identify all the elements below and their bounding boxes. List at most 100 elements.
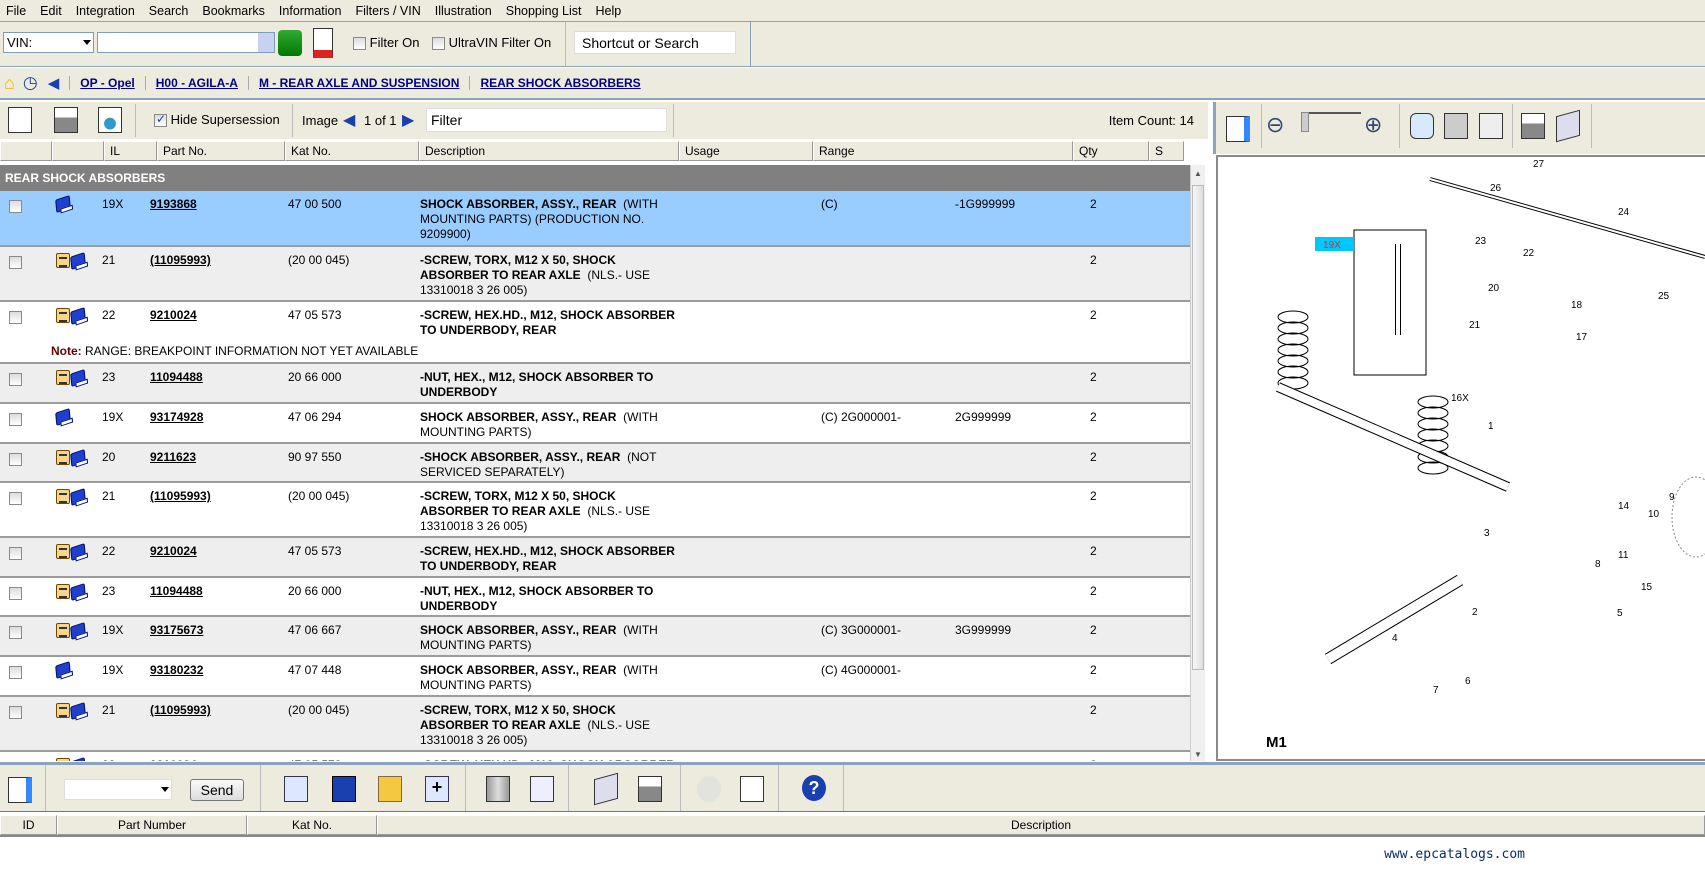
menu-search[interactable]: Search	[143, 4, 197, 18]
callout-label[interactable]: 2	[1472, 607, 1478, 618]
callout-label[interactable]: 4	[1392, 633, 1398, 644]
notes-edit-icon[interactable]	[8, 107, 32, 133]
pan-icon[interactable]	[1410, 113, 1434, 139]
coil-spring-part[interactable]	[1277, 321, 1309, 335]
scroll-down-icon[interactable]: ▼	[1191, 750, 1205, 759]
catalog-book-icon[interactable]	[70, 622, 86, 640]
scroll-up-icon[interactable]: ▲	[1191, 165, 1205, 178]
column-header-qty[interactable]: Qty	[1073, 141, 1149, 161]
callout-label[interactable]: 18	[1571, 300, 1583, 311]
callout-label[interactable]: 21	[1469, 320, 1481, 331]
catalog-book-icon[interactable]	[70, 488, 86, 506]
menu-file[interactable]: File	[0, 4, 34, 18]
send-button[interactable]: Send	[190, 779, 244, 801]
note-scroll-icon[interactable]	[56, 489, 70, 504]
row-checkbox[interactable]	[9, 626, 22, 639]
menu-information[interactable]: Information	[273, 4, 350, 18]
part-number-link[interactable]: (11095993)	[150, 489, 211, 504]
filter-on-checkbox[interactable]	[353, 37, 366, 51]
callout-label[interactable]: 1	[1488, 421, 1494, 432]
part-number-link[interactable]: 9210024	[150, 758, 197, 761]
catalog-book-icon[interactable]	[70, 449, 86, 467]
zoom-out-icon[interactable]: ⊖	[1266, 112, 1284, 138]
shortcut-search-input[interactable]: Shortcut or Search	[574, 31, 736, 54]
coil-spring-part[interactable]	[1417, 406, 1449, 420]
part-number-link[interactable]: 9211623	[150, 450, 196, 465]
save-icon[interactable]	[332, 776, 356, 802]
zoom-area-icon[interactable]	[1479, 113, 1503, 139]
column-header-range[interactable]: Range	[813, 141, 1073, 161]
menu-illustration[interactable]: Illustration	[429, 4, 500, 18]
hide-supersession-checkbox[interactable]	[154, 112, 167, 128]
open-folder-icon[interactable]	[378, 776, 402, 802]
note-scroll-icon[interactable]	[56, 758, 70, 761]
column-header-s[interactable]: S	[1149, 141, 1184, 161]
print-list-icon[interactable]	[638, 776, 662, 802]
table-row[interactable]: 20 9211623 90 97 550 -SHOCK ABSORBER, ASSY.…	[0, 444, 1190, 483]
table-row[interactable]: 21 (11095993) (20 00 045) -SCREW, TORX, M12…	[0, 483, 1190, 538]
callout-label[interactable]: 22	[1523, 248, 1535, 259]
catalog-book-icon[interactable]	[55, 195, 71, 213]
row-checkbox[interactable]	[9, 311, 22, 324]
part-number-link[interactable]: 93174928	[150, 410, 203, 425]
part-number-link[interactable]: 11094488	[150, 370, 203, 385]
previous-image-icon[interactable]: ◀	[343, 110, 355, 130]
menu-filters-vin[interactable]: Filters / VIN	[349, 4, 428, 18]
brake-drum-part[interactable]	[1671, 476, 1705, 558]
coil-spring-part[interactable]	[1277, 343, 1309, 357]
hide-supersession-toggle[interactable]: Hide Supersession	[154, 112, 280, 128]
callout-label[interactable]: 5	[1617, 608, 1623, 619]
notes-icon[interactable]	[740, 776, 764, 802]
new-list-icon[interactable]	[284, 776, 308, 802]
filter-on-toggle[interactable]: Filter On	[353, 35, 419, 51]
callout-label[interactable]: 14	[1618, 501, 1630, 512]
breadcrumb-group[interactable]: M - REAR AXLE AND SUSPENSION	[247, 76, 469, 90]
table-row[interactable]: 21 (11095993) (20 00 045) -SCREW, TORX, M12…	[0, 697, 1190, 752]
print-icon[interactable]	[54, 107, 78, 133]
menu-bookmarks[interactable]: Bookmarks	[196, 4, 273, 18]
table-row[interactable]: 19X 93180232 47 07 448 SHOCK ABSORBER, ASSY…	[0, 657, 1190, 697]
add-item-icon[interactable]: +	[425, 776, 449, 802]
catalog-book-icon[interactable]	[70, 583, 86, 601]
table-row[interactable]: 22 9210024 47 05 573 -SCREW, HEX.HD., M12, …	[0, 752, 1190, 761]
row-checkbox[interactable]	[9, 587, 22, 600]
row-checkbox[interactable]	[9, 200, 22, 213]
shopping-column-kat-no-[interactable]: Kat No.	[247, 815, 377, 835]
note-scroll-icon[interactable]	[56, 703, 70, 718]
part-number-link[interactable]: 11094488	[150, 584, 203, 599]
catalog-book-icon[interactable]	[70, 369, 86, 387]
part-number-link[interactable]: 93180232	[150, 663, 203, 678]
back-arrow-icon[interactable]: ◀	[48, 74, 60, 92]
shopping-column-part-number[interactable]: Part Number	[57, 815, 247, 835]
callout-label[interactable]: 23	[1475, 236, 1487, 247]
history-clock-icon[interactable]: ◷	[23, 73, 38, 93]
zoom-slider[interactable]	[1301, 112, 1361, 136]
callout-label[interactable]: 27	[1533, 159, 1545, 170]
ultravin-toggle[interactable]: UltraVIN Filter On	[432, 35, 551, 51]
document-vehicle-icon[interactable]	[313, 28, 333, 58]
table-row[interactable]: 19X 93174928 47 06 294 SHOCK ABSORBER, ASSY…	[0, 404, 1190, 444]
callout-label[interactable]: 8	[1595, 559, 1601, 570]
shopping-list-select[interactable]	[64, 779, 172, 800]
zoom-slider-handle[interactable]	[1301, 112, 1309, 132]
callout-label[interactable]: 16X	[1451, 393, 1469, 404]
breadcrumb-subgroup[interactable]: REAR SHOCK ABSORBERS	[469, 76, 650, 90]
vehicle-icon[interactable]	[278, 30, 302, 56]
callout-label[interactable]: 26	[1490, 183, 1502, 194]
vin-input[interactable]	[97, 32, 275, 53]
restore-panel-icon[interactable]	[8, 777, 32, 803]
catalog-book-icon[interactable]	[70, 543, 86, 561]
row-checkbox[interactable]	[9, 547, 22, 560]
callout-label[interactable]: 11	[1618, 550, 1629, 561]
zoom-in-icon[interactable]: ⊕	[1364, 112, 1382, 138]
table-row[interactable]: 23 11094488 20 66 000 -NUT, HEX., M12, SHOC…	[0, 364, 1190, 404]
illustration-view[interactable]: 27 26 24 23 22 20 18 17 21 16X 1 25 14 10 9 3 11 8 15 5 2 4 6 7…	[1216, 155, 1705, 761]
print-illustration-icon[interactable]	[1521, 113, 1545, 139]
part-number-link[interactable]: (11095993)	[150, 703, 211, 718]
note-scroll-icon[interactable]	[56, 584, 70, 599]
parts-scrollbar[interactable]: ▲ ▼	[1190, 165, 1205, 761]
catalog-book-icon[interactable]	[70, 702, 86, 720]
part-number-link[interactable]: 93175673	[150, 623, 203, 638]
coil-spring-part[interactable]	[1277, 310, 1309, 324]
ultravin-checkbox[interactable]	[432, 37, 445, 51]
